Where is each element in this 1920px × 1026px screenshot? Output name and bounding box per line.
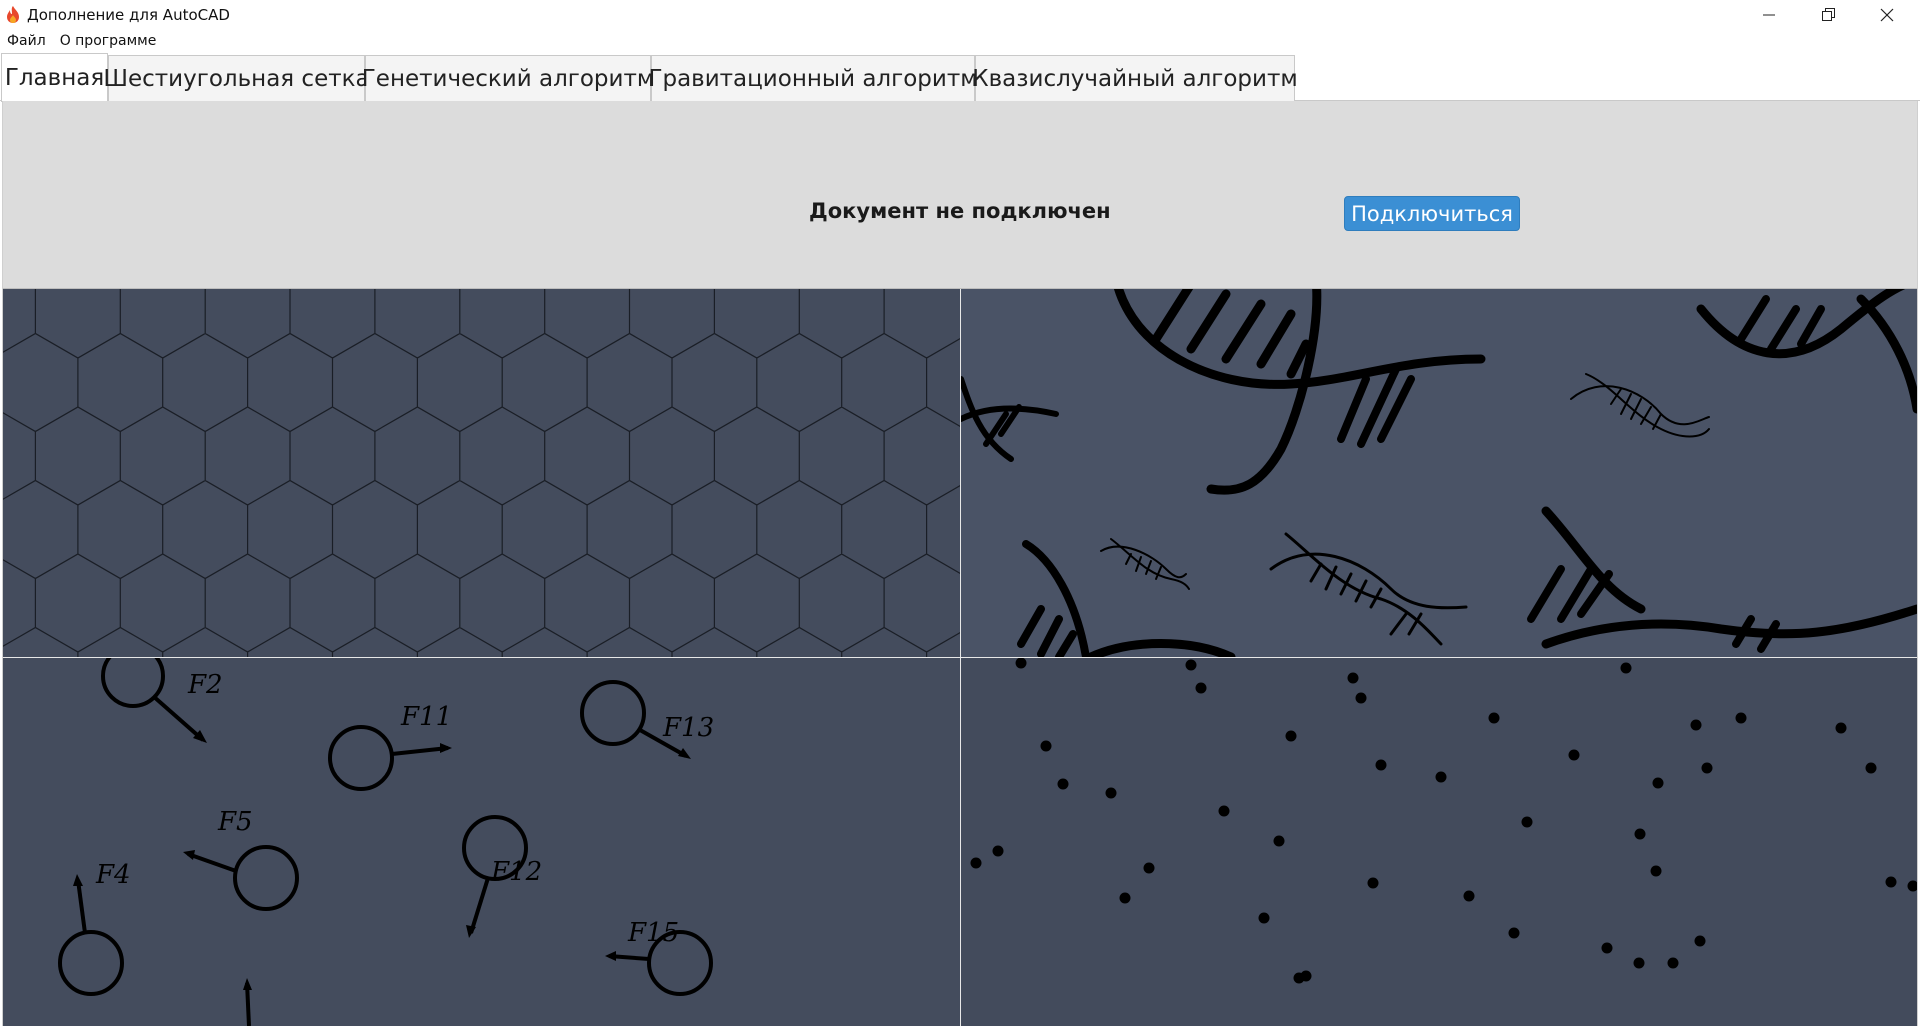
dna-pattern [961, 289, 1917, 657]
restore-button[interactable] [1799, 0, 1857, 29]
minimize-icon [1763, 14, 1775, 15]
force-label: F2 [187, 670, 223, 700]
force-label: F13 [662, 713, 714, 743]
tab-hex-grid[interactable]: Шестиугольная сетка [103, 55, 370, 101]
hex-grid-pattern [3, 289, 960, 657]
force-label: F15 [627, 918, 679, 948]
tab-strip: Главная Шестиугольная сетка Генетический… [0, 53, 1920, 102]
restore-icon [1821, 8, 1835, 21]
main-panel: Документ не подключен Подключиться F2 F1… [2, 101, 1918, 1026]
title-bar: Дополнение для AutoCAD [0, 0, 1920, 29]
window-title: Дополнение для AutoCAD [27, 5, 230, 24]
tab-main[interactable]: Главная [1, 53, 108, 102]
divider [3, 657, 1917, 658]
status-panel: Документ не подключен Подключиться [3, 101, 1917, 288]
quasirandom-algorithm-image[interactable] [961, 658, 1917, 1026]
menu-bar: Файл О программе [0, 29, 1920, 53]
hex-grid-image[interactable] [3, 289, 960, 657]
quasirandom-dots-pattern [970, 658, 1917, 984]
minimize-button[interactable] [1740, 0, 1798, 29]
tab-quasirandom[interactable]: Квазислучайный алгоритм [972, 55, 1298, 101]
tab-gravity[interactable]: Гравитационный алгоритм [648, 55, 978, 101]
close-icon [1880, 8, 1894, 21]
document-status: Документ не подключен [809, 199, 1111, 223]
genetic-algorithm-image[interactable] [961, 289, 1917, 657]
menu-file[interactable]: Файл [7, 33, 46, 49]
force-label: F11 [400, 702, 452, 732]
force-label: F5 [217, 807, 253, 837]
force-label: F4 [95, 860, 131, 890]
gravity-algorithm-image[interactable]: F2 F11 F13 F5 F12 F4 F15 [3, 658, 960, 1026]
tab-genetic[interactable]: Генетический алгоритм [362, 55, 654, 101]
force-label: F12 [490, 857, 542, 887]
menu-about[interactable]: О программе [60, 33, 157, 49]
flame-icon [3, 5, 23, 25]
connect-button[interactable]: Подключиться [1344, 196, 1520, 231]
gravity-pattern: F2 F11 F13 F5 F12 F4 F15 [58, 658, 714, 1026]
close-button[interactable] [1858, 0, 1916, 29]
